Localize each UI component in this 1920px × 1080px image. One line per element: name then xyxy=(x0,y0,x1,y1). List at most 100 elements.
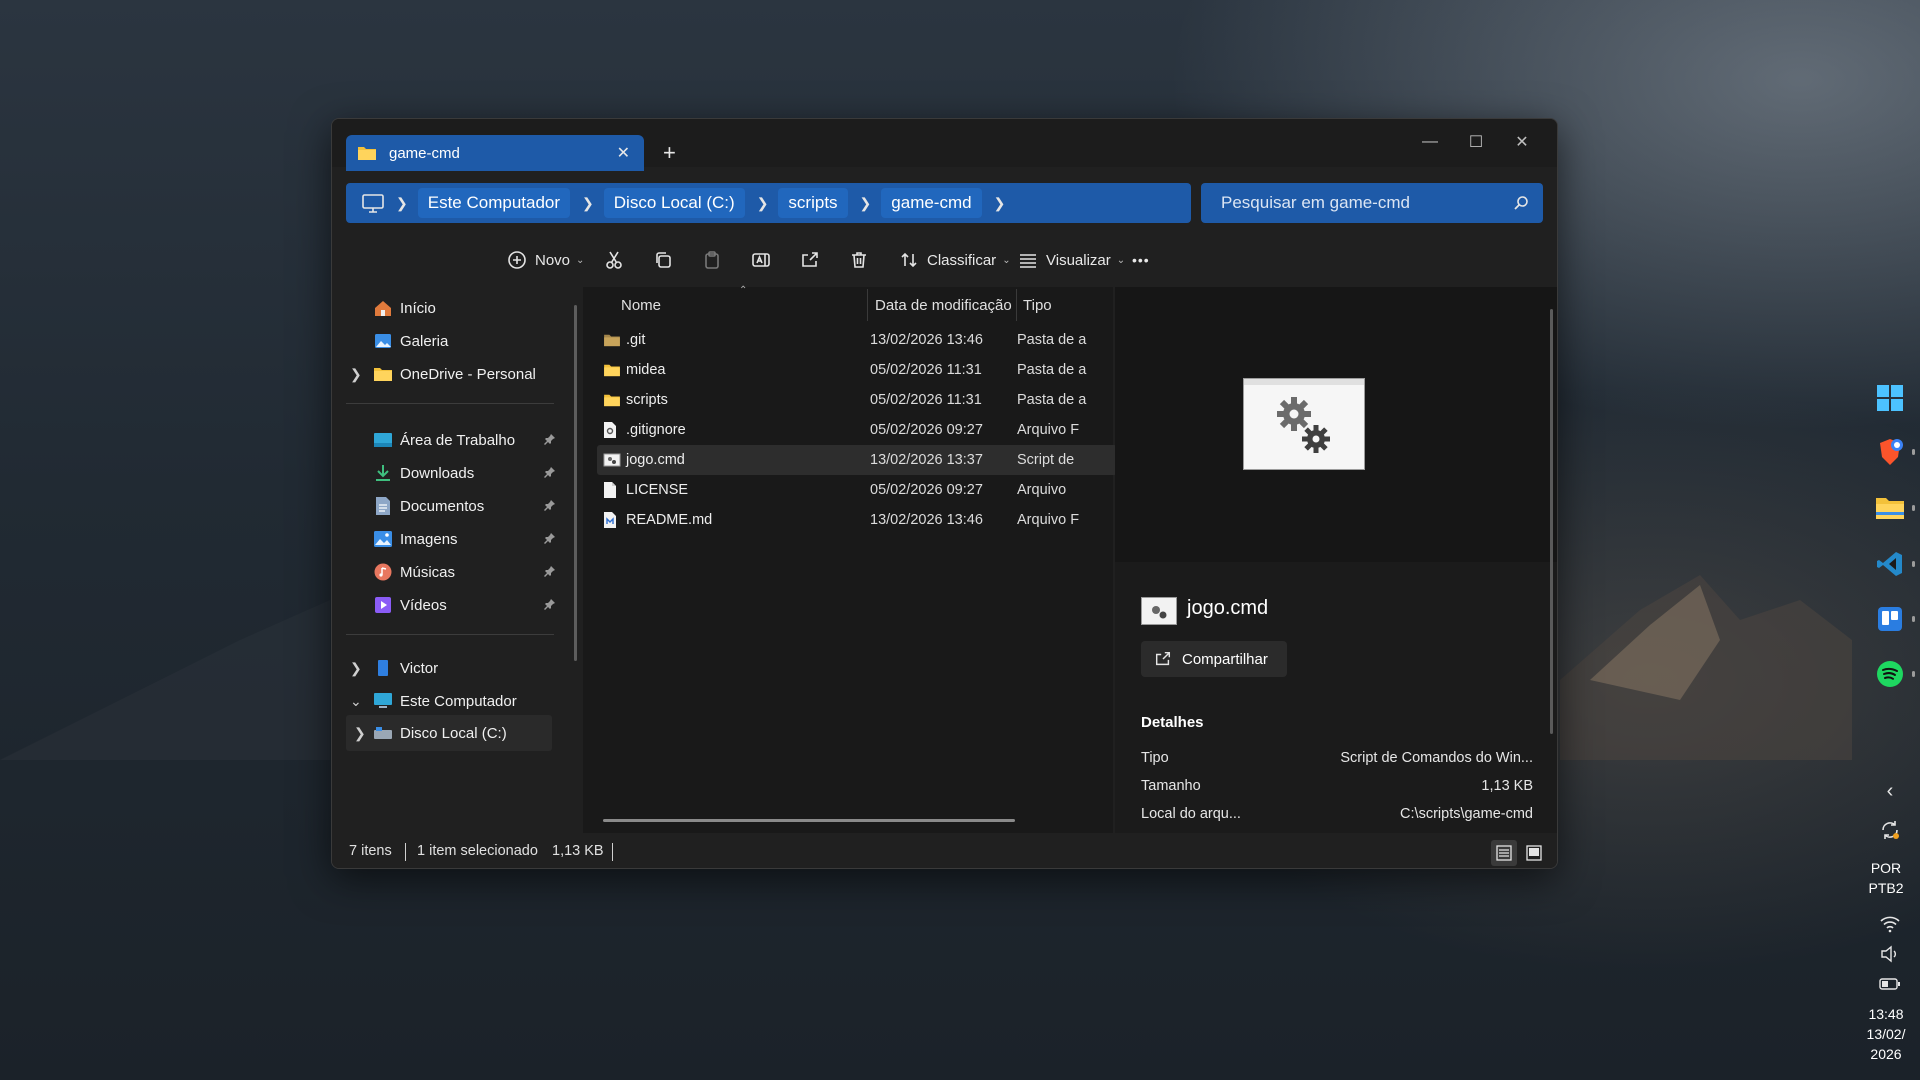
share-button[interactable] xyxy=(800,247,820,273)
pin-icon[interactable] xyxy=(544,498,556,515)
pin-icon[interactable] xyxy=(544,564,556,581)
sort-ascending-icon: ⌃ xyxy=(739,285,748,296)
running-indicator xyxy=(1912,505,1915,511)
running-indicator xyxy=(1912,561,1915,567)
search-icon[interactable] xyxy=(1513,195,1529,211)
file-row-midea[interactable]: midea 05/02/2026 11:31 Pasta de a xyxy=(597,355,1117,385)
chevron-right-icon[interactable]: ❯ xyxy=(350,660,362,677)
horizontal-scrollbar[interactable] xyxy=(603,819,1015,822)
breadcrumb-disco-local[interactable]: Disco Local (C:) xyxy=(603,188,745,218)
file-type: Pasta de a xyxy=(1017,332,1087,348)
file-type: Arquivo F xyxy=(1017,422,1080,438)
breadcrumb-scripts[interactable]: scripts xyxy=(778,188,848,218)
pin-icon[interactable] xyxy=(544,465,556,482)
chevron-right-icon[interactable]: ❯ xyxy=(350,366,362,383)
column-header-date[interactable]: Data de modificação xyxy=(875,297,1012,314)
pin-icon[interactable] xyxy=(544,531,556,548)
sidebar-item-galeria[interactable]: Galeria xyxy=(332,323,562,359)
chevron-right-icon[interactable]: ❯ xyxy=(994,195,1006,212)
file-row-license[interactable]: LICENSE 05/02/2026 09:27 Arquivo xyxy=(597,475,1117,505)
tab-game-cmd[interactable]: game-cmd ✕ xyxy=(346,135,644,171)
sidebar-item-videos[interactable]: Vídeos xyxy=(332,587,562,623)
chevron-right-icon[interactable]: ❯ xyxy=(396,195,408,212)
new-button[interactable]: Novo ⌄ xyxy=(507,247,584,273)
share-label: Compartilhar xyxy=(1182,650,1268,668)
close-tab-icon[interactable]: ✕ xyxy=(617,143,630,163)
column-divider[interactable] xyxy=(1016,289,1017,321)
copy-button[interactable] xyxy=(653,247,673,273)
sidebar-item-este-computador[interactable]: ⌄ Este Computador xyxy=(332,683,562,719)
file-date: 05/02/2026 11:31 xyxy=(870,362,982,378)
pin-icon[interactable] xyxy=(544,432,556,449)
address-bar[interactable]: ❯ Este Computador ❯ Disco Local (C:) ❯ s… xyxy=(346,183,1191,223)
taskbar-file-explorer[interactable] xyxy=(1874,492,1906,524)
chevron-right-icon[interactable]: ❯ xyxy=(582,195,594,212)
file-name: LICENSE xyxy=(626,482,689,498)
pin-icon[interactable] xyxy=(544,597,556,614)
sidebar-item-area-de-trabalho[interactable]: Área de Trabalho xyxy=(332,422,562,458)
sync-status-icon[interactable] xyxy=(1874,814,1906,846)
paste-button[interactable] xyxy=(702,247,722,273)
file-row-readme[interactable]: README.md 13/02/2026 13:46 Arquivo F xyxy=(597,505,1117,535)
close-window-button[interactable]: ✕ xyxy=(1499,127,1545,157)
sidebar-item-downloads[interactable]: Downloads xyxy=(332,455,562,491)
breadcrumb-game-cmd[interactable]: game-cmd xyxy=(881,188,982,218)
status-bar: 7 itens 1 item selecionado 1,13 KB xyxy=(332,837,1557,868)
share-icon xyxy=(802,252,818,267)
search-box[interactable] xyxy=(1201,183,1543,223)
chevron-right-icon[interactable]: ❯ xyxy=(860,195,872,212)
details-view-button[interactable] xyxy=(1491,840,1517,866)
column-header-type[interactable]: Tipo xyxy=(1023,297,1052,314)
file-row-gitignore[interactable]: .gitignore 05/02/2026 09:27 Arquivo F xyxy=(597,415,1117,445)
column-header-name[interactable]: Nome xyxy=(621,297,661,314)
plus-circle-icon xyxy=(508,251,526,269)
taskbar-vscode[interactable] xyxy=(1874,548,1906,580)
clock[interactable]: 13:48 13/02/ 2026 xyxy=(1852,1004,1920,1064)
volume-button[interactable] xyxy=(1874,938,1906,970)
computer-icon[interactable] xyxy=(360,192,386,214)
taskbar-trello[interactable] xyxy=(1874,603,1906,635)
input-language-indicator[interactable]: POR PTB2 xyxy=(1852,858,1920,898)
maximize-button[interactable]: ☐ xyxy=(1453,127,1499,157)
taskbar-spotify[interactable] xyxy=(1874,658,1906,690)
more-options-button[interactable]: ••• xyxy=(1132,247,1150,273)
sidebar-item-documentos[interactable]: Documentos xyxy=(332,488,562,524)
view-button[interactable]: Visualizar ⌄ xyxy=(1018,247,1125,273)
sidebar-scrollbar[interactable] xyxy=(574,305,577,661)
taskbar-brave[interactable] xyxy=(1874,436,1906,468)
rename-button[interactable] xyxy=(751,247,771,273)
minimize-button[interactable]: — xyxy=(1407,127,1453,157)
cut-button[interactable] xyxy=(604,247,624,273)
desktop-icon xyxy=(373,430,393,450)
sort-button[interactable]: Classificar ⌄ xyxy=(899,247,1011,273)
sidebar-item-inicio[interactable]: Início xyxy=(332,290,562,326)
share-button[interactable]: Compartilhar xyxy=(1141,641,1287,677)
sidebar-item-imagens[interactable]: Imagens xyxy=(332,521,562,557)
sidebar-item-onedrive[interactable]: ❯ OneDrive - Personal xyxy=(332,356,562,392)
start-button[interactable] xyxy=(1874,382,1906,414)
delete-button[interactable] xyxy=(849,247,869,273)
chevron-down-icon[interactable]: ⌄ xyxy=(350,693,362,710)
file-name: jogo.cmd xyxy=(626,452,685,468)
sidebar-item-musicas[interactable]: Músicas xyxy=(332,554,562,590)
file-row-git[interactable]: .git 13/02/2026 13:46 Pasta de a xyxy=(597,325,1117,355)
column-divider[interactable] xyxy=(867,289,868,321)
details-view-icon xyxy=(1496,845,1512,861)
chevron-right-icon[interactable]: ❯ xyxy=(354,725,366,742)
sidebar-item-disco-local[interactable]: ❯ Disco Local (C:) xyxy=(346,715,552,751)
sidebar-item-label: Este Computador xyxy=(400,692,517,710)
breadcrumb-este-computador[interactable]: Este Computador xyxy=(417,188,571,218)
network-button[interactable] xyxy=(1874,908,1906,940)
new-tab-button[interactable]: + xyxy=(663,140,676,166)
sidebar-item-victor[interactable]: ❯ Victor xyxy=(332,650,562,686)
show-hidden-icons-button[interactable]: ‹ xyxy=(1874,775,1906,807)
file-type: Arquivo xyxy=(1017,482,1067,498)
details-scrollbar[interactable] xyxy=(1550,309,1553,734)
chevron-right-icon[interactable]: ❯ xyxy=(757,195,769,212)
search-input[interactable] xyxy=(1219,192,1503,214)
file-row-scripts[interactable]: scripts 05/02/2026 11:31 Pasta de a xyxy=(597,385,1117,415)
battery-button[interactable] xyxy=(1874,968,1906,1000)
tiles-view-button[interactable] xyxy=(1521,840,1547,866)
download-icon xyxy=(373,463,393,483)
file-row-jogo-cmd[interactable]: jogo.cmd 13/02/2026 13:37 Script de xyxy=(597,445,1117,475)
